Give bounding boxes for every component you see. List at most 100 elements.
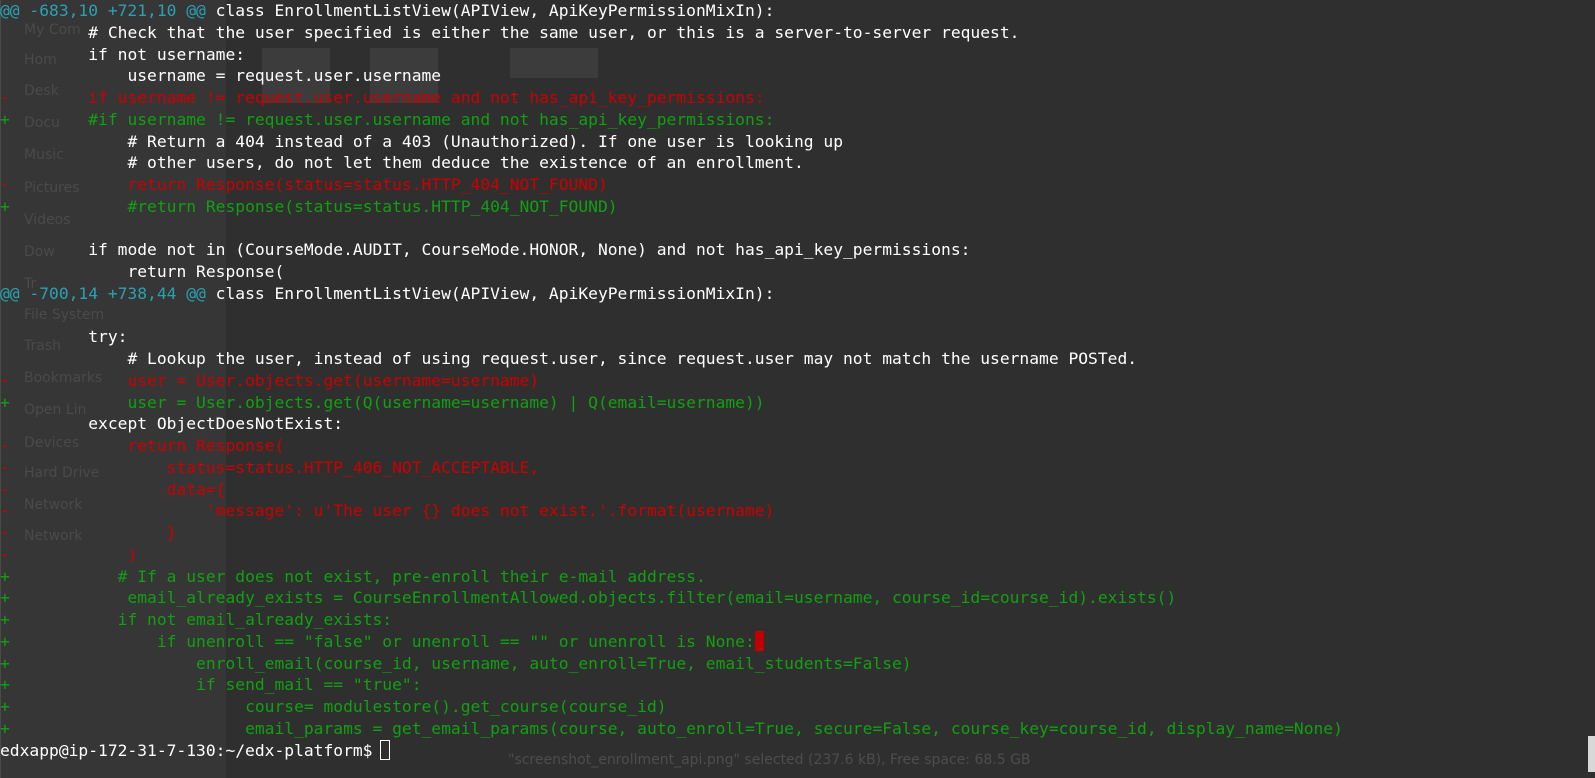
diff-context-line: # Lookup the user, instead of using requ…: [0, 348, 1137, 370]
editor-cursor: [754, 630, 764, 651]
diff-code: 'message': u'The user {} does not exist.…: [9, 501, 775, 521]
terminal-window[interactable]: @@ -683,10 +721,10 @@ class EnrollmentLi…: [0, 0, 1595, 778]
terminal-cursor[interactable]: [380, 739, 391, 760]
diff-marker: -: [0, 370, 10, 390]
diff-marker: [0, 22, 10, 44]
diff-code: email_already_exists = CourseEnrollmentA…: [9, 588, 1177, 608]
diff-code: # Lookup the user, instead of using requ…: [9, 349, 1138, 368]
diff-code: if unenroll == "false" or unenroll == ""…: [9, 631, 755, 651]
diff-marker: -: [0, 544, 10, 564]
diff-code: return Response(: [9, 436, 285, 455]
diff-hunk-header: @@ -700,14 +738,44 @@ class EnrollmentLi…: [0, 283, 774, 305]
diff-removed-line: - }: [0, 522, 176, 544]
diff-code: # other users, do not let them deduce th…: [9, 153, 804, 173]
diff-marker: +: [0, 566, 10, 586]
diff-code: course= modulestore().get_course(course_…: [9, 697, 667, 716]
diff-marker: +: [0, 697, 10, 716]
diff-context-line: # other users, do not let them deduce th…: [0, 152, 804, 174]
diff-added-line: + #if username != request.user.username …: [0, 109, 774, 131]
diff-removed-line: - 'message': u'The user {} does not exis…: [0, 500, 774, 522]
diff-marker: -: [0, 523, 10, 542]
diff-added-line: + course= modulestore().get_course(cours…: [0, 696, 667, 718]
diff-context-line: [0, 218, 10, 240]
diff-marker: [0, 239, 10, 261]
diff-removed-line: - ): [0, 544, 137, 566]
diff-marker: -: [0, 501, 10, 521]
diff-removed-line: - return Response(status=status.HTTP_404…: [0, 174, 608, 196]
hunk-range: @@ -683,10 +721,10 @@: [0, 1, 206, 20]
diff-code: #if username != request.user.username an…: [9, 109, 775, 129]
diff-code: status=status.HTTP_406_NOT_ACCEPTABLE,: [9, 457, 540, 477]
diff-code: #return Response(status=status.HTTP_404_…: [9, 196, 618, 216]
diff-context-line: try:: [0, 326, 127, 348]
diff-added-line: + user = User.objects.get(Q(username=use…: [0, 392, 765, 414]
diff-code: # Return a 404 instead of a 403 (Unautho…: [9, 131, 843, 151]
diff-code: # If a user does not exist, pre-enroll t…: [9, 566, 706, 586]
hunk-range: @@ -700,14 +738,44 @@: [0, 283, 206, 303]
diff-code: user = User.objects.get(Q(username=usern…: [9, 392, 765, 412]
diff-marker: +: [0, 392, 10, 412]
diff-code: data={: [9, 479, 226, 499]
diff-marker: [0, 348, 10, 370]
diff-code: enroll_email(course_id, username, auto_e…: [9, 653, 912, 673]
diff-code: if not email_already_exists:: [9, 610, 393, 629]
diff-context-line: # Return a 404 instead of a 403 (Unautho…: [0, 131, 843, 153]
diff-hunk-header: @@ -683,10 +721,10 @@ class EnrollmentLi…: [0, 0, 774, 22]
diff-marker: [0, 261, 10, 283]
diff-marker: +: [0, 109, 10, 129]
diff-removed-line: - user = User.objects.get(username=usern…: [0, 370, 539, 392]
diff-added-line: + #return Response(status=status.HTTP_40…: [0, 196, 618, 218]
diff-code: try:: [9, 327, 128, 347]
diff-context-line: [0, 305, 10, 327]
diff-marker: [0, 131, 10, 153]
diff-code: user = User.objects.get(username=usernam…: [9, 370, 540, 390]
diff-context-line: # Check that the user specified is eithe…: [0, 22, 1019, 44]
diff-marker: +: [0, 631, 10, 651]
diff-added-line: + if not email_already_exists:: [0, 609, 392, 631]
diff-context-line: if not username:: [0, 44, 245, 66]
diff-code: if username != request.user.username and…: [9, 88, 765, 107]
diff-removed-line: - if username != request.user.username a…: [0, 87, 765, 109]
diff-added-line: + # If a user does not exist, pre-enroll…: [0, 566, 706, 588]
diff-marker: [0, 305, 10, 327]
diff-marker: +: [0, 675, 10, 695]
diff-added-line: + if send_mail == "true":: [0, 674, 422, 696]
diff-code: except ObjectDoesNotExist:: [9, 414, 344, 434]
shell-prompt-line[interactable]: edxapp@ip-172-31-7-130:~/edx-platform$: [0, 739, 391, 762]
diff-context-line: return Response(: [0, 261, 284, 283]
diff-marker: [0, 44, 10, 66]
diff-code: }: [9, 523, 177, 542]
diff-marker: +: [0, 718, 10, 738]
diff-marker: [0, 65, 10, 87]
diff-marker: -: [0, 175, 10, 194]
diff-marker: +: [0, 610, 10, 629]
diff-marker: -: [0, 88, 10, 107]
diff-code: if mode not in (CourseMode.AUDIT, Course…: [9, 240, 971, 260]
diff-removed-line: - status=status.HTTP_406_NOT_ACCEPTABLE,: [0, 457, 539, 479]
diff-code: return Response(: [9, 262, 285, 281]
diff-code: if not username:: [9, 44, 246, 64]
diff-context-line: if mode not in (CourseMode.AUDIT, Course…: [0, 239, 970, 261]
diff-context-line: except ObjectDoesNotExist:: [0, 413, 343, 435]
hunk-context: class EnrollmentListView(APIView, ApiKey…: [205, 283, 775, 303]
diff-code: ): [9, 544, 138, 564]
diff-removed-line: - return Response(: [0, 435, 284, 457]
diff-marker: -: [0, 457, 10, 477]
diff-marker: -: [0, 479, 10, 499]
diff-code: # Check that the user specified is eithe…: [9, 22, 1020, 42]
diff-code: return Response(status=status.HTTP_404_N…: [9, 175, 608, 194]
diff-code: email_params = get_email_params(course, …: [9, 718, 1343, 738]
diff-added-line: + email_params = get_email_params(course…: [0, 718, 1343, 740]
diff-code: username = request.user.username: [9, 66, 442, 86]
diff-marker: [0, 218, 10, 240]
diff-marker: [0, 152, 10, 174]
diff-added-line: + email_already_exists = CourseEnrollmen…: [0, 587, 1176, 609]
diff-marker: [0, 413, 10, 435]
shell-prompt: edxapp@ip-172-31-7-130:~/edx-platform$: [0, 740, 373, 760]
diff-context-line: username = request.user.username: [0, 65, 441, 87]
diff-added-line: + enroll_email(course_id, username, auto…: [0, 653, 912, 675]
diff-marker: [0, 326, 10, 348]
diff-marker: +: [0, 196, 10, 216]
diff-code: if send_mail == "true":: [9, 675, 422, 695]
diff-added-line: + if unenroll == "false" or unenroll == …: [0, 630, 764, 653]
